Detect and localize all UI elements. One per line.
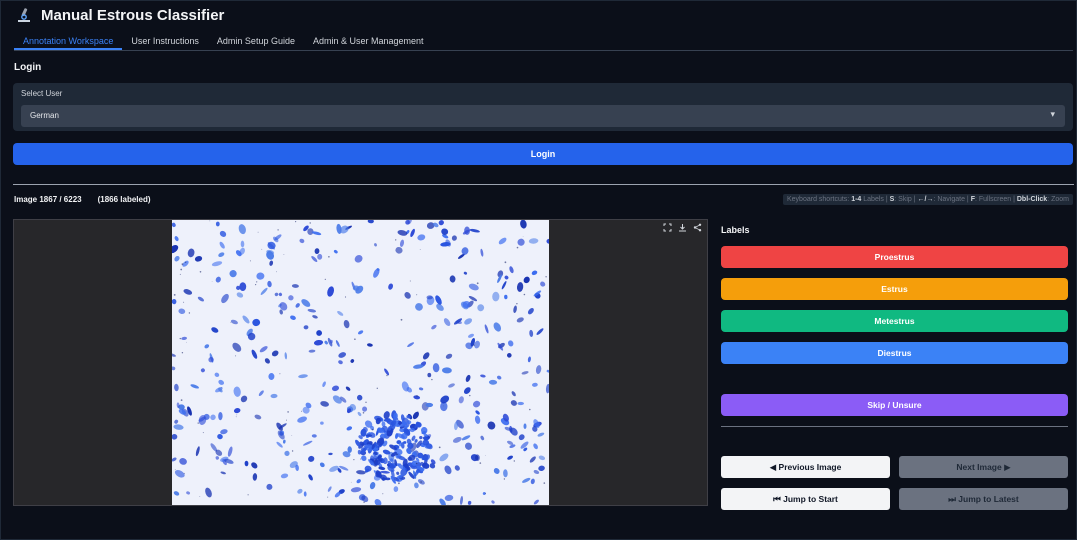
- fullscreen-icon[interactable]: [662, 222, 673, 233]
- next-image-button[interactable]: Next Image ▶: [899, 456, 1068, 478]
- skip-unsure-button[interactable]: Skip / Unsure: [721, 394, 1068, 416]
- app-header: Manual Estrous Classifier: [15, 6, 224, 24]
- keyboard-shortcuts-hint: Keyboard shortcuts: 1-4 Labels | S: Skip…: [783, 194, 1073, 205]
- labeled-count: (1866 labeled): [97, 195, 151, 204]
- tab-user-instructions[interactable]: User Instructions: [122, 33, 208, 50]
- shortcut-text-fullscreen: : Fullscreen |: [974, 196, 1017, 203]
- download-icon[interactable]: [677, 222, 688, 233]
- shortcut-key-labels: 1-4: [851, 196, 862, 203]
- label-button-estrus[interactable]: Estrus: [721, 278, 1068, 300]
- labels-divider: [721, 426, 1068, 427]
- section-divider: [13, 184, 1074, 185]
- microscope-icon: [15, 6, 33, 24]
- select-user-label: Select User: [21, 89, 63, 98]
- label-button-metestrus[interactable]: Metestrus: [721, 310, 1068, 332]
- selected-user-value: German: [30, 111, 59, 120]
- shortcut-text-skip: : Skip |: [894, 196, 918, 203]
- viewer-toolbar: [662, 222, 703, 233]
- login-panel: Select User German ▾: [13, 83, 1073, 131]
- image-viewer[interactable]: [13, 219, 708, 506]
- login-section-title: Login: [14, 62, 42, 73]
- user-select[interactable]: German ▾: [21, 105, 1065, 127]
- cytology-image[interactable]: [172, 220, 549, 505]
- share-icon[interactable]: [692, 222, 703, 233]
- shortcut-text-labels: Labels |: [861, 196, 890, 203]
- label-button-proestrus[interactable]: Proestrus: [721, 246, 1068, 268]
- shortcut-key-zoom: Dbl-Click: [1016, 196, 1048, 203]
- image-counter: Image 1867 / 6223: [14, 195, 82, 204]
- login-button[interactable]: Login: [13, 143, 1073, 165]
- tab-admin-user-management[interactable]: Admin & User Management: [304, 33, 433, 50]
- tab-annotation-workspace[interactable]: Annotation Workspace: [14, 33, 123, 50]
- shortcuts-prefix: Keyboard shortcuts:: [787, 196, 852, 203]
- tab-bar: Annotation Workspace User Instructions A…: [14, 33, 1073, 51]
- jump-to-start-button[interactable]: ⏮ Jump to Start: [721, 488, 890, 510]
- labels-title: Labels: [721, 225, 750, 235]
- shortcut-key-navigate: ←/→: [917, 196, 934, 203]
- label-button-diestrus[interactable]: Diestrus: [721, 342, 1068, 364]
- shortcut-text-zoom: : Zoom: [1047, 196, 1069, 203]
- jump-to-latest-button[interactable]: ⏭ Jump to Latest: [899, 488, 1068, 510]
- previous-image-button[interactable]: ◀ Previous Image: [721, 456, 890, 478]
- shortcut-text-navigate: : Navigate |: [933, 196, 971, 203]
- app-title: Manual Estrous Classifier: [41, 6, 225, 24]
- chevron-down-icon: ▾: [1050, 109, 1055, 119]
- image-info: Image 1867 / 6223 (1866 labeled): [14, 195, 151, 204]
- tab-admin-setup-guide[interactable]: Admin Setup Guide: [208, 33, 304, 50]
